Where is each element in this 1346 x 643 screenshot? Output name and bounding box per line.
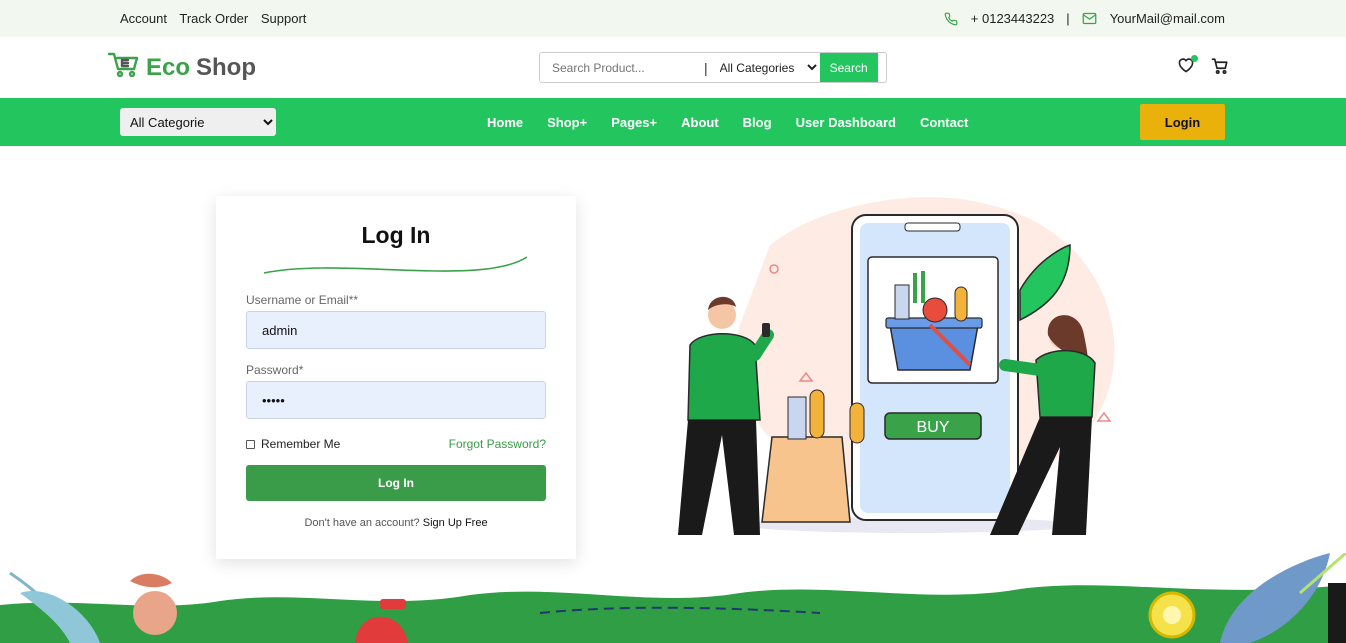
search-input[interactable] [540, 53, 700, 82]
top-bar: Account Track Order Support + 0123443223… [0, 0, 1346, 37]
contact-info: + 0123443223 | YourMail@mail.com [944, 11, 1225, 26]
remember-label: Remember Me [261, 437, 341, 451]
logo[interactable]: Eco Shop [107, 51, 257, 84]
phone-number: + 0123443223 [970, 11, 1055, 26]
username-field[interactable]: admin [246, 311, 546, 349]
title-underline [263, 256, 528, 274]
login-card: Log In Username or Email** admin Passwor… [216, 196, 576, 559]
logo-text-shop: Shop [196, 53, 257, 81]
account-link[interactable]: Account [120, 11, 167, 26]
remember-me: Remember Me [246, 437, 340, 451]
wishlist-badge [1191, 55, 1198, 62]
nav-bar: All Categorie Home Shop+ Pages+ About Bl… [0, 98, 1346, 146]
remember-checkbox[interactable] [246, 439, 255, 449]
nav-pages[interactable]: Pages+ [611, 115, 657, 130]
username-label: Username or Email** [246, 293, 359, 307]
all-category-select[interactable]: All Categorie [120, 108, 276, 136]
category-select[interactable]: All Categories [715, 53, 820, 82]
nav-about[interactable]: About [681, 115, 719, 130]
signup-link[interactable]: Sign Up Free [423, 517, 488, 529]
cart-button[interactable] [1211, 57, 1229, 80]
top-links: Account Track Order Support [120, 11, 315, 26]
footer-decoration [0, 553, 1346, 643]
header-icons [1177, 55, 1229, 80]
phone-icon [944, 12, 958, 26]
nav-contact[interactable]: Contact [920, 115, 968, 130]
logo-text-eco: Eco [146, 53, 191, 81]
forgot-password-link[interactable]: Forgot Password? [449, 437, 546, 451]
login-title: Log In [361, 222, 431, 248]
nav-blog[interactable]: Blog [743, 115, 772, 130]
search-separator: | [704, 59, 708, 76]
contact-separator: | [1066, 11, 1070, 26]
nav-shop[interactable]: Shop+ [547, 115, 587, 130]
track-order-link[interactable]: Track Order [179, 11, 248, 26]
nav-user-dashboard[interactable]: User Dashboard [796, 115, 896, 130]
mail-icon [1082, 12, 1097, 25]
cart-logo-icon [107, 51, 140, 84]
wishlist-button[interactable] [1177, 55, 1198, 80]
buy-label: BUY [917, 419, 950, 436]
search-bar: | All Categories Search [539, 52, 887, 83]
email-address[interactable]: YourMail@mail.com [1110, 11, 1225, 26]
login-button[interactable]: Login [1140, 104, 1225, 140]
password-field[interactable]: ••••• [246, 381, 546, 419]
cart-icon [1211, 58, 1228, 75]
password-label: Password* [246, 363, 304, 377]
signup-prompt: Don't have an account? Sign Up Free [246, 517, 546, 529]
main-nav: Home Shop+ Pages+ About Blog User Dashbo… [487, 115, 968, 130]
nav-home[interactable]: Home [487, 115, 523, 130]
remember-row: Remember Me Forgot Password? [246, 437, 546, 451]
login-submit-button[interactable]: Log In [246, 465, 546, 501]
signup-text: Don't have an account? [304, 517, 420, 529]
search-button[interactable]: Search [819, 53, 878, 82]
shopping-illustration: BUY [678, 197, 1115, 535]
header: Eco Shop | All Categories Search [0, 37, 1346, 98]
support-link[interactable]: Support [261, 11, 307, 26]
